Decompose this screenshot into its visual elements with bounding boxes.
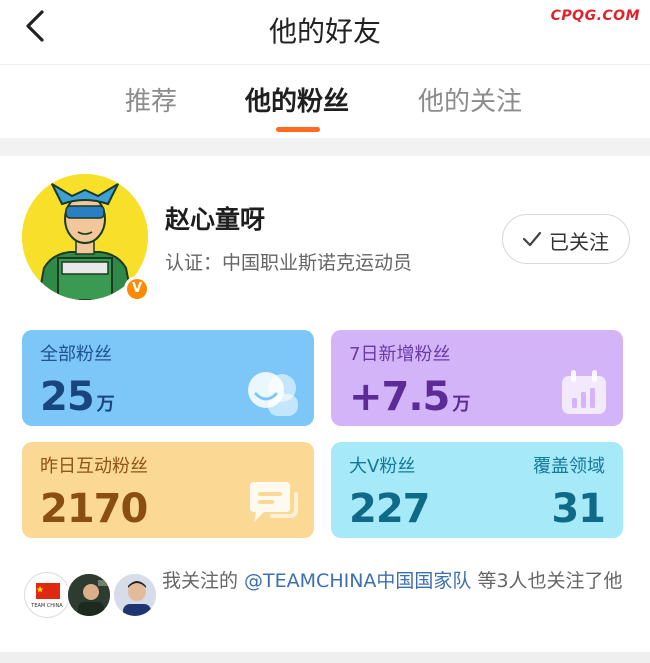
stat-total-fans[interactable]: 全部粉丝 25 万	[22, 330, 314, 426]
tab-his-follows[interactable]: 他的关注	[418, 81, 522, 118]
mutual-avatar-teamchina[interactable]: TEAM CHINA	[24, 572, 70, 618]
verified-v-icon: V	[124, 276, 150, 302]
mutual-avatar-3[interactable]	[112, 572, 158, 618]
person-photo-icon	[114, 574, 156, 616]
active-tab-indicator	[276, 127, 320, 132]
following-button-label: 已关注	[549, 230, 609, 254]
stat-interactive-fans-value: 2170	[40, 486, 148, 532]
fans-group-icon	[248, 372, 298, 416]
user-name[interactable]: 赵心童呀	[165, 200, 265, 236]
mutual-follows-row[interactable]: TEAM CHINA 我关注的 @TEAMCHINA中国国家队 等3人也关注了他	[0, 566, 650, 636]
tab-bar: 推荐 他的粉丝 他的关注	[0, 64, 650, 138]
check-icon	[522, 231, 542, 247]
calendar-chart-icon	[562, 370, 606, 414]
top-bar: 他的好友 CPQG.COM	[0, 0, 650, 64]
stat-bigv-fans[interactable]: 大V粉丝 覆盖领域 227 31	[331, 442, 623, 538]
mutual-follows-text: 我关注的 @TEAMCHINA中国国家队 等3人也关注了他	[162, 568, 637, 595]
tab-his-fans[interactable]: 他的粉丝	[245, 81, 349, 118]
stat-new-fans-7d-value: +7.5 万	[349, 374, 471, 420]
bottom-divider	[0, 652, 650, 663]
stat-bigv-fans-value: 227	[349, 486, 430, 532]
following-button[interactable]: 已关注	[502, 214, 630, 264]
verification-text: 认证：中国职业斯诺克运动员	[165, 252, 413, 274]
mutual-follows-suffix: 等3人也关注了他	[471, 570, 623, 592]
fans-overview-card: V 赵心童呀 认证：中国职业斯诺克运动员 已关注 全部粉丝 25 万 7日新增粉丝…	[0, 156, 650, 652]
tab-recommend[interactable]: 推荐	[125, 81, 177, 118]
chat-bubble-icon	[250, 482, 298, 522]
stat-total-fans-value: 25 万	[40, 374, 115, 420]
stat-bigv-fans-label: 大V粉丝	[349, 456, 416, 477]
stat-new-fans-7d[interactable]: 7日新增粉丝 +7.5 万	[331, 330, 623, 426]
mutual-follows-link[interactable]: @TEAMCHINA中国国家队	[244, 570, 471, 592]
china-flag-logo-icon	[36, 583, 60, 599]
mutual-follows-prefix: 我关注的	[162, 570, 245, 592]
person-photo-icon	[68, 574, 110, 616]
stat-interactive-fans-yesterday[interactable]: 昨日互动粉丝 2170	[22, 442, 314, 538]
stat-interactive-fans-label: 昨日互动粉丝	[40, 456, 148, 477]
watermark-text: CPQG.COM	[550, 8, 640, 24]
stat-coverage-label: 覆盖领域	[533, 456, 605, 477]
stat-coverage-value: 31	[551, 486, 606, 532]
mutual-avatar-2[interactable]	[66, 572, 112, 618]
stat-total-fans-label: 全部粉丝	[40, 344, 112, 365]
stat-new-fans-7d-label: 7日新增粉丝	[349, 344, 451, 365]
